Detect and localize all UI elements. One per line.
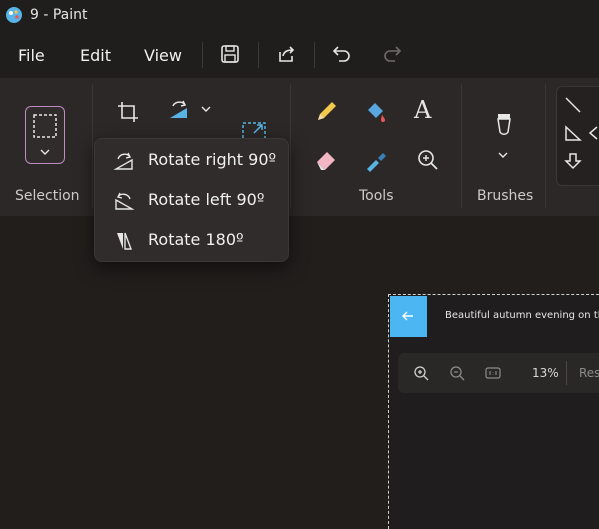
rotate-button[interactable] [165,96,217,128]
back-button [390,296,427,337]
title-bar: 9 - Paint [0,0,599,32]
menu-separator [258,42,259,68]
group-label-tools: Tools [359,188,394,204]
ribbon-separator [92,84,93,208]
zoom-out-icon [450,366,465,381]
arrow-left-icon [402,311,413,321]
rotate-right-label: Rotate right 90º [148,150,277,169]
menu-edit[interactable]: Edit [80,46,111,65]
ribbon-separator [461,84,462,208]
rotate-left-label: Rotate left 90º [148,190,265,209]
menu-view[interactable]: View [144,46,182,65]
rotate-left-icon [115,192,135,210]
image-zoom-toolbar: 13% Res [398,353,599,393]
group-label-brushes: Brushes [477,188,534,204]
color-picker-icon[interactable] [362,146,390,174]
ribbon: Selection A Tools Brushes [0,78,599,217]
menu-bar: File Edit View [0,32,599,78]
undo-icon[interactable] [330,42,354,66]
group-label-selection: Selection [15,188,80,204]
toolbar-separator [566,361,567,385]
ribbon-separator [545,84,546,208]
menu-separator [202,42,203,68]
rotate-180-label: Rotate 180º [148,230,244,249]
redo-icon[interactable] [380,42,404,66]
chevron-down-icon [201,106,211,112]
selection-button[interactable] [25,106,65,164]
chevron-down-icon [40,149,50,155]
line-shape-icon[interactable] [563,95,583,115]
pencil-icon[interactable] [312,98,340,126]
triangle-shape-icon[interactable] [563,123,583,143]
menu-file[interactable]: File [18,46,45,65]
image-title-text: Beautiful autumn evening on th [445,310,599,321]
diamond-shape-icon[interactable] [587,123,599,143]
eraser-icon[interactable] [312,146,340,174]
paint-app-icon [6,7,22,23]
zoom-in-icon [414,366,429,381]
arrow-down-shape-icon[interactable] [563,151,583,171]
menu-separator [314,42,315,68]
chevron-down-icon[interactable] [497,150,509,160]
actual-size-icon [485,367,501,379]
rotate-menu: Rotate right 90º Rotate left 90º Rotate … [94,138,289,262]
ribbon-separator [290,84,291,208]
shapes-gallery [556,86,599,186]
rectangle-select-icon [33,114,57,138]
save-icon[interactable] [218,42,242,66]
rotate-180-icon [117,232,133,250]
menu-item-rotate-right[interactable]: Rotate right 90º [95,141,290,181]
fill-bucket-icon[interactable] [362,98,390,126]
share-icon[interactable] [274,42,298,66]
brush-icon[interactable] [490,110,518,138]
magnifier-icon[interactable] [414,146,442,174]
menu-item-rotate-left[interactable]: Rotate left 90º [95,181,290,221]
rotate-icon [170,100,187,118]
reset-text: Res [579,366,599,380]
zoom-level: 13% [532,366,559,380]
rotate-right-icon [113,152,133,170]
menu-item-rotate-180[interactable]: Rotate 180º [95,221,290,261]
text-tool-icon[interactable]: A [414,96,431,124]
crop-icon[interactable] [114,98,142,126]
window-title: 9 - Paint [30,7,88,23]
